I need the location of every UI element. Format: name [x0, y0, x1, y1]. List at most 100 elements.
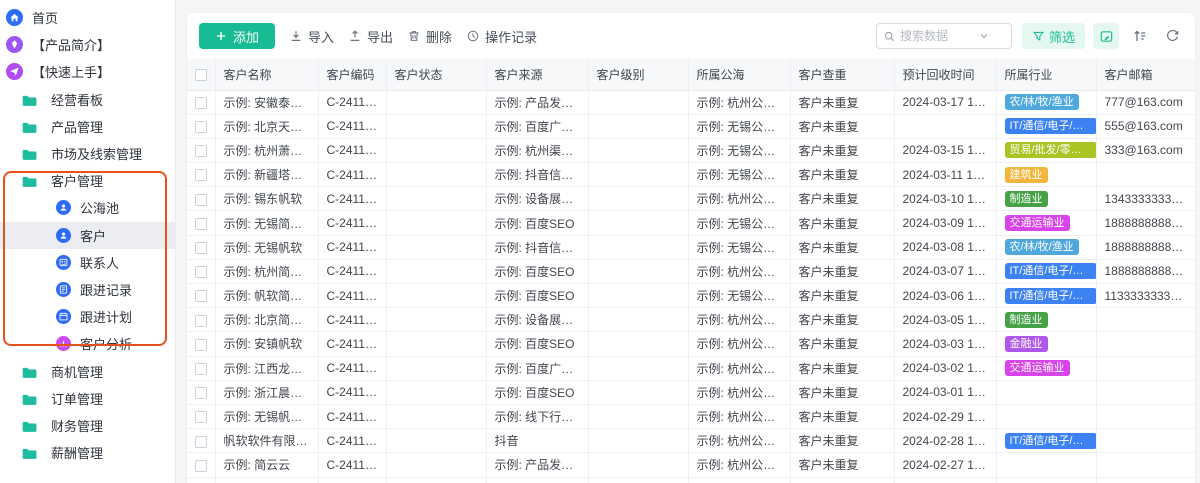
add-button[interactable]: 添加 [199, 23, 276, 49]
export-button[interactable]: 导出 [348, 23, 393, 49]
sidebar-item-订单管理[interactable]: 订单管理 [0, 385, 175, 412]
row-checkbox-cell[interactable] [187, 259, 216, 285]
sidebar-item-【产品简介】[interactable]: 【产品简介】 [0, 31, 175, 58]
column-header-recycle[interactable]: 预计回收时间 [894, 59, 997, 91]
sidebar-item-商机管理[interactable]: 商机管理 [0, 357, 175, 384]
sidebar-item-经营看板[interactable]: 经营看板 [0, 86, 175, 113]
sidebar-item-label: 薪酬管理 [51, 446, 104, 462]
cell-source: 示例: 百度广告-SEM [486, 356, 589, 381]
sidebar-item-【快速上手】[interactable]: 【快速上手】 [0, 58, 175, 85]
sidebar-item-市场及线索管理[interactable]: 市场及线索管理 [0, 140, 175, 167]
sidebar-item-薪酬管理[interactable]: 薪酬管理 [0, 439, 175, 466]
cell-pool: 示例: 杭州公海池 [688, 380, 791, 405]
row-checkbox[interactable] [194, 435, 207, 448]
row-checkbox[interactable] [194, 314, 207, 327]
table-row[interactable]: 示例: 无锡简道云C-241126-1... 示例: 百度SEO 示例: 无锡公海池… [187, 210, 1195, 236]
search-input[interactable] [899, 29, 974, 43]
row-checkbox-cell[interactable] [187, 380, 216, 405]
row-checkbox[interactable] [194, 290, 207, 303]
sidebar-item-客户分析[interactable]: 客户分析 [0, 330, 175, 357]
row-checkbox[interactable] [194, 362, 207, 375]
row-checkbox-cell[interactable] [187, 331, 216, 357]
table-row[interactable]: 示例: 北京天诚软件...C-241126-1... 示例: 百度广告-SEM 示例… [187, 114, 1195, 139]
table-row[interactable]: 示例: 杭州简道云C-241126-1... 示例: 百度SEO 示例: 杭州公海池… [187, 259, 1195, 285]
sidebar-item-联系人[interactable]: 联系人 [0, 249, 175, 276]
row-checkbox[interactable] [194, 387, 207, 400]
column-header-source[interactable]: 客户来源 [486, 59, 589, 91]
sidebar-item-首页[interactable]: 首页 [0, 4, 175, 31]
row-checkbox-cell[interactable] [187, 210, 216, 236]
row-checkbox-cell[interactable] [187, 283, 216, 309]
row-checkbox[interactable] [194, 338, 207, 351]
table-row[interactable]: 示例: 锡东帆软C-241126-1... 示例: 设备展览促销... 示例: 杭州… [187, 186, 1195, 212]
sidebar-item-客户[interactable]: 客户 [0, 221, 175, 249]
column-header-email[interactable]: 客户邮箱 [1096, 59, 1195, 91]
cell-pool: 示例: 无锡公海池 [688, 210, 791, 236]
row-checkbox[interactable] [194, 193, 207, 206]
folder-icon [21, 364, 38, 379]
column-header-pool[interactable]: 所属公海 [688, 59, 791, 91]
search-icon [884, 31, 895, 41]
filter-button[interactable]: 筛选 [1021, 23, 1085, 49]
refresh-button[interactable] [1161, 25, 1183, 47]
row-checkbox[interactable] [194, 145, 207, 158]
table-row[interactable]: 示例: 无锡帆软C-241126-1... 示例: 抖音信息流 示例: 无锡公海池客… [187, 235, 1195, 260]
row-checkbox[interactable] [194, 217, 207, 230]
table-row[interactable]: 示例: 北京简道云小...C-241126-1... 示例: 设备展览促销... 示… [187, 307, 1195, 333]
table-row-partial[interactable] [187, 477, 1195, 483]
sidebar-item-跟进记录[interactable]: 跟进记录 [0, 276, 175, 303]
row-checkbox-cell[interactable] [187, 307, 216, 333]
column-header-dup[interactable]: 客户查重 [790, 59, 895, 91]
row-checkbox-cell[interactable] [187, 114, 216, 139]
report-button[interactable] [1093, 23, 1119, 49]
search-box[interactable] [875, 23, 1012, 49]
row-checkbox[interactable] [194, 459, 207, 472]
sidebar-item-公海池[interactable]: 公海池 [0, 194, 175, 221]
table-row[interactable]: 示例: 江西龙翔科技...C-241126-1... 示例: 百度广告-SEM 示例… [187, 356, 1195, 381]
import-button[interactable]: 导入 [289, 23, 334, 49]
column-header-code[interactable]: 客户编码 [318, 59, 387, 91]
row-checkbox-cell[interactable] [187, 428, 216, 454]
table-row[interactable]: 示例: 安徽泰乐集团C-241126-1... 示例: 产品发布会直... 示例: … [187, 90, 1195, 115]
row-checkbox[interactable] [194, 266, 207, 279]
row-checkbox-cell[interactable] [187, 477, 216, 483]
row-checkbox[interactable] [194, 411, 207, 424]
table-row[interactable]: 示例: 帆软简道云C-241126-1... 示例: 百度SEO 示例: 无锡公海池… [187, 283, 1195, 309]
row-checkbox-cell[interactable] [187, 404, 216, 430]
table-row[interactable]: 示例: 新疆塔克水果...C-241126-1... 示例: 抖音信息流 示例: 无… [187, 162, 1195, 188]
select-all-checkbox[interactable] [194, 69, 207, 82]
row-checkbox-cell[interactable] [187, 186, 216, 212]
sidebar-item-产品管理[interactable]: 产品管理 [0, 113, 175, 140]
row-checkbox[interactable] [194, 121, 207, 134]
table-row[interactable]: 示例: 杭州萧山国际...C-241126-1... 示例: 杭州渠道商合... 示… [187, 138, 1195, 164]
table-row[interactable]: 示例: 无锡帆软软件C-241126-1... 示例: 线下行业沙龙 示例: 杭州公… [187, 404, 1195, 430]
column-header-industry[interactable]: 所属行业 [996, 59, 1097, 91]
cell-industry: IT/通信/电子/互... [996, 428, 1097, 454]
column-header-status[interactable]: 客户状态 [386, 59, 487, 91]
sidebar-item-财务管理[interactable]: 财务管理 [0, 412, 175, 439]
table-row[interactable]: 示例: 安镇帆软C-241126-1... 示例: 百度SEO 示例: 杭州公海池客… [187, 331, 1195, 357]
row-checkbox[interactable] [194, 242, 207, 255]
chevron-down-icon[interactable] [978, 30, 990, 42]
table-row[interactable]: 示例: 浙江晨光文具...C-241126-1... 示例: 百度SEO 示例: 杭… [187, 380, 1195, 405]
sidebar-item-客户管理[interactable]: 客户管理 [0, 167, 175, 194]
row-checkbox-cell[interactable] [187, 356, 216, 381]
column-header-name[interactable]: 客户名称 [215, 59, 319, 91]
table-row[interactable]: 帆软软件有限公司C-241126-1... 抖音 示例: 杭州公海池客户未重复202… [187, 428, 1195, 454]
row-checkbox[interactable] [194, 169, 207, 182]
column-header-level[interactable]: 客户级别 [588, 59, 689, 91]
cell-pool: 示例: 无锡公海池 [688, 162, 791, 188]
row-checkbox-cell[interactable] [187, 452, 216, 478]
select-all-checkbox-cell[interactable] [187, 59, 216, 91]
row-checkbox-cell[interactable] [187, 162, 216, 188]
row-checkbox[interactable] [194, 96, 207, 109]
row-checkbox-cell[interactable] [187, 138, 216, 164]
row-checkbox-cell[interactable] [187, 90, 216, 115]
table-row[interactable]: 示例: 简云云C-241126-1... 示例: 产品发布会直... 示例: 杭州公… [187, 452, 1195, 478]
row-checkbox-cell[interactable] [187, 235, 216, 260]
sidebar-item-跟进计划[interactable]: 跟进计划 [0, 303, 175, 330]
column-settings-button[interactable] [1129, 25, 1151, 47]
operation-log-button[interactable]: 操作记录 [466, 23, 537, 49]
delete-button[interactable]: 删除 [407, 23, 452, 49]
cell-industry: 制造业 [996, 307, 1097, 333]
